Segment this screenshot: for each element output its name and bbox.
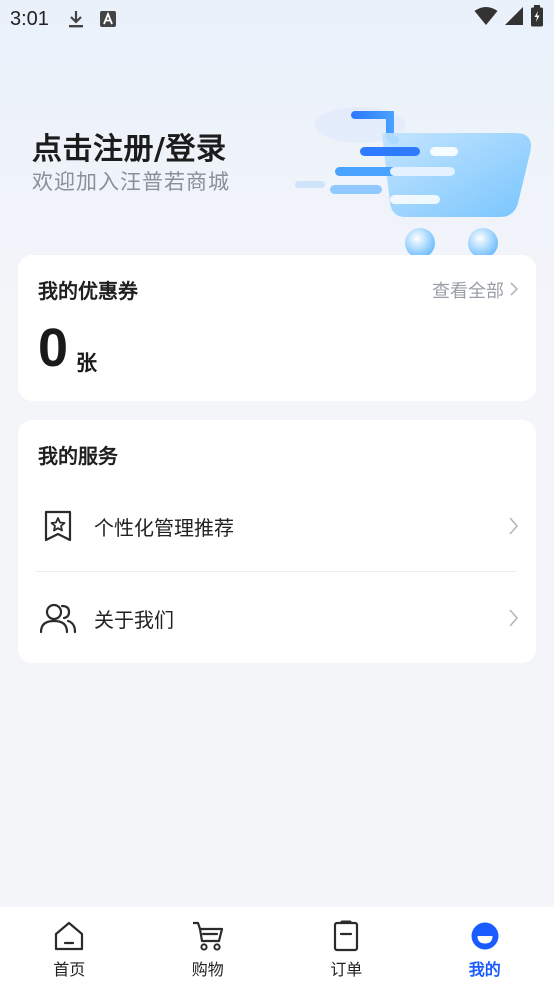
download-icon bbox=[65, 8, 87, 30]
tab-orders[interactable]: 订单 bbox=[277, 907, 416, 984]
tab-label: 订单 bbox=[330, 960, 363, 979]
tab-mine[interactable]: 我的 bbox=[416, 907, 554, 984]
service-item-about-us[interactable]: 关于我们 bbox=[36, 578, 518, 658]
coupon-unit: 张 bbox=[76, 351, 97, 375]
bookmark-star-icon bbox=[36, 504, 80, 548]
tab-home[interactable]: 首页 bbox=[0, 907, 139, 984]
chevron-right-icon bbox=[509, 609, 518, 627]
service-item-label: 关于我们 bbox=[94, 607, 174, 632]
service-item-personalized-recommendation[interactable]: 个性化管理推荐 bbox=[36, 486, 518, 566]
tab-label: 首页 bbox=[53, 960, 86, 979]
coupon-count: 0 bbox=[38, 318, 69, 378]
signal-icon bbox=[504, 6, 524, 32]
divider bbox=[36, 571, 516, 572]
cart-icon bbox=[191, 919, 225, 953]
coupon-title: 我的优惠券 bbox=[38, 279, 138, 303]
login-subtitle: 欢迎加入汪普若商城 bbox=[32, 170, 230, 194]
chevron-right-icon bbox=[510, 280, 519, 301]
view-all-label: 查看全部 bbox=[432, 281, 504, 302]
profile-icon bbox=[468, 919, 502, 953]
view-all-coupons-link[interactable]: 查看全部 bbox=[432, 277, 519, 303]
chevron-right-icon bbox=[509, 517, 518, 535]
tab-shopping[interactable]: 购物 bbox=[139, 907, 278, 984]
login-title[interactable]: 点击注册/登录 bbox=[32, 124, 226, 168]
status-bar: 3:01 bbox=[0, 0, 554, 38]
bottom-tab-bar: 首页 购物 订单 我的 bbox=[0, 907, 554, 984]
tab-label: 我的 bbox=[468, 960, 501, 979]
home-icon bbox=[52, 919, 86, 953]
users-icon bbox=[36, 596, 80, 640]
tab-label: 购物 bbox=[191, 960, 224, 979]
services-card: 我的服务 个性化管理推荐 关于我们 bbox=[18, 420, 536, 663]
order-icon bbox=[329, 919, 363, 953]
battery-icon bbox=[530, 5, 544, 33]
font-app-icon bbox=[97, 8, 119, 30]
wifi-icon bbox=[474, 6, 498, 32]
coupon-card[interactable]: 我的优惠券 查看全部 0 张 bbox=[18, 255, 536, 401]
service-item-label: 个性化管理推荐 bbox=[94, 515, 234, 540]
cart-illustration bbox=[290, 95, 540, 260]
services-title: 我的服务 bbox=[38, 444, 118, 468]
status-time: 3:01 bbox=[10, 7, 49, 30]
